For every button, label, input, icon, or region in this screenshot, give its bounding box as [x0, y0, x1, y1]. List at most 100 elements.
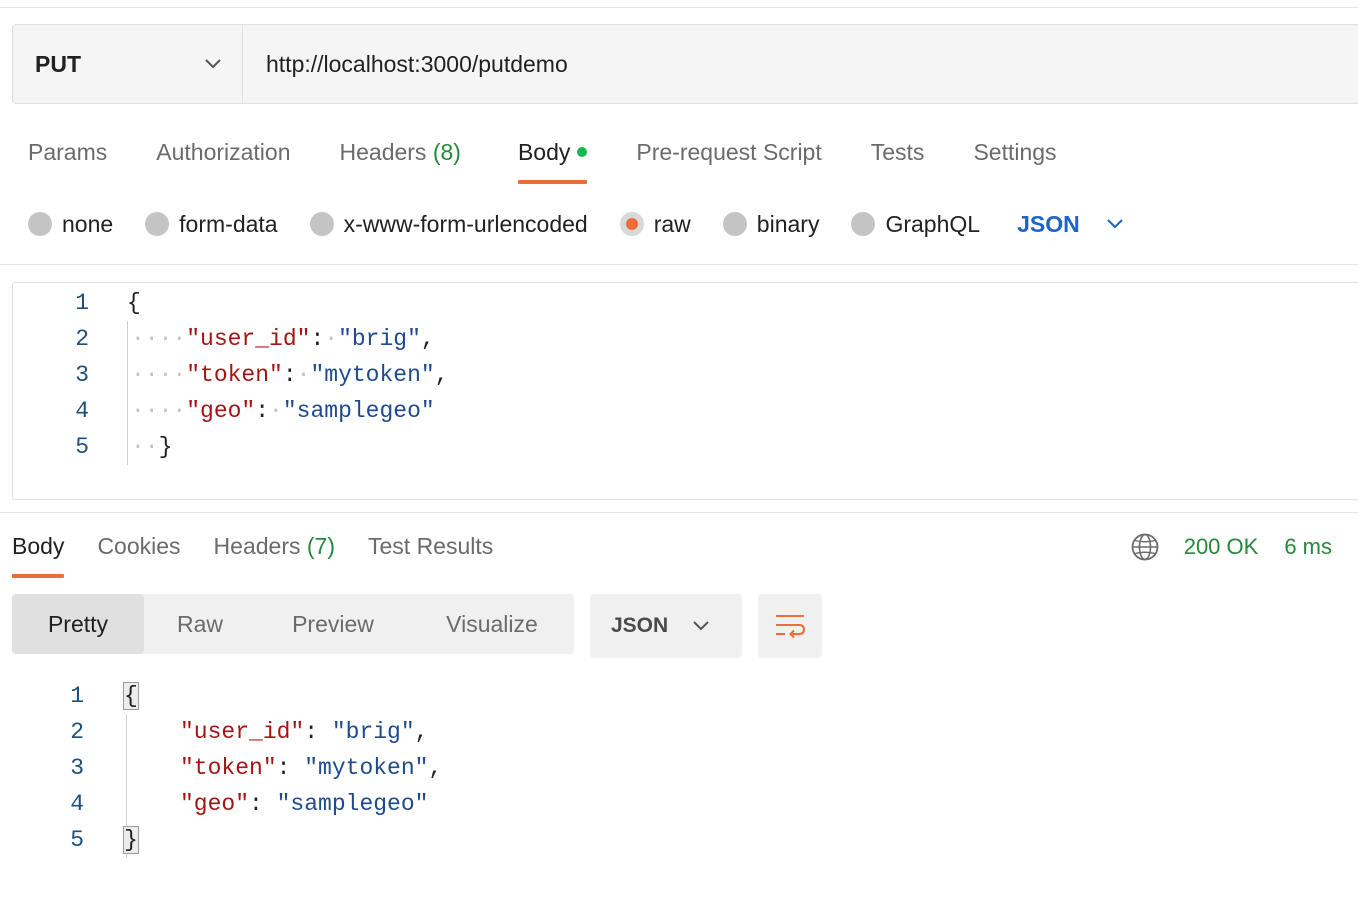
- tab-count: (8): [432, 139, 461, 165]
- tab-label: Headers: [213, 533, 301, 559]
- radio-label: x-www-form-urlencoded: [343, 210, 588, 237]
- body-format-select[interactable]: JSON: [1017, 211, 1124, 238]
- modified-dot-icon: [577, 146, 588, 157]
- tab-response-body[interactable]: Body: [12, 526, 65, 578]
- view-label: Raw: [176, 610, 223, 637]
- tab-test-results[interactable]: Test Results: [368, 526, 493, 578]
- json-value: "brig": [338, 326, 421, 352]
- response-view-toggle: Pretty Raw Preview Visualize: [12, 594, 574, 654]
- line-number: 2: [70, 719, 84, 745]
- json-separator: ,: [434, 362, 449, 388]
- tab-cookies[interactable]: Cookies: [97, 526, 180, 578]
- line-number: 3: [70, 755, 84, 781]
- tab-label: Authorization: [156, 139, 291, 165]
- json-brace: {: [127, 290, 141, 316]
- response-body-viewer[interactable]: 1 { 2 "user_id": "brig", 3 "token": "myt…: [0, 678, 1358, 858]
- json-value: "mytoken": [310, 362, 435, 388]
- json-brace: }: [158, 434, 173, 460]
- method-label: PUT: [35, 50, 81, 77]
- line-number: 2: [75, 326, 89, 352]
- code-line: 4 "geo": "samplegeo": [0, 786, 428, 822]
- json-separator: ,: [420, 326, 435, 352]
- body-type-options: none form-data x-www-form-urlencoded raw…: [28, 204, 1124, 244]
- json-separator: ,: [428, 755, 443, 781]
- json-key: "geo": [186, 398, 256, 424]
- tab-label: Test Results: [368, 533, 494, 559]
- json-key: "geo": [180, 791, 250, 817]
- radio-binary[interactable]: binary: [722, 211, 819, 238]
- globe-icon[interactable]: [1130, 532, 1160, 562]
- tab-label: Tests: [870, 139, 925, 165]
- tab-label: Cookies: [97, 533, 181, 559]
- radio-circle: [145, 212, 170, 236]
- tab-pre-request-script[interactable]: Pre-request Script: [636, 132, 821, 184]
- indent-guide: [127, 321, 128, 465]
- radio-circle: [851, 212, 876, 236]
- json-key: "user_id": [180, 719, 305, 745]
- body-format-label: JSON: [1017, 210, 1080, 237]
- radio-x-www-form-urlencoded[interactable]: x-www-form-urlencoded: [309, 210, 588, 238]
- radio-circle: [722, 212, 747, 236]
- radio-label: GraphQL: [885, 210, 981, 237]
- tab-label: Params: [28, 139, 108, 165]
- status-badge[interactable]: 200 OK: [1184, 534, 1259, 560]
- radio-circle: [309, 212, 334, 236]
- url-bar: PUT http://localhost:3000/putdemo: [12, 24, 1358, 104]
- tab-response-headers[interactable]: Headers (7): [214, 526, 335, 578]
- tab-authorization[interactable]: Authorization: [156, 132, 290, 184]
- json-key: "token": [186, 362, 283, 388]
- response-time[interactable]: 6 ms: [1284, 534, 1332, 560]
- method-select[interactable]: PUT: [13, 25, 243, 103]
- json-brace: {: [123, 682, 139, 710]
- response-format-label: JSON: [611, 614, 669, 637]
- radio-circle-selected: [619, 212, 644, 236]
- line-number: 5: [75, 434, 89, 460]
- code-line: 5 ··}: [13, 429, 172, 465]
- view-pretty[interactable]: Pretty: [12, 594, 144, 654]
- chevron-down-icon: [204, 55, 222, 73]
- tab-label: Headers: [339, 139, 427, 165]
- tab-label: Body: [12, 533, 65, 559]
- tab-headers[interactable]: Headers (8): [340, 132, 461, 184]
- line-number: 4: [70, 791, 84, 817]
- view-visualize[interactable]: Visualize: [410, 594, 574, 654]
- radio-raw[interactable]: raw: [619, 211, 691, 238]
- json-separator: ,: [414, 719, 429, 745]
- chevron-down-icon: [1106, 215, 1124, 233]
- divider: [0, 512, 1358, 513]
- line-number: 3: [75, 362, 89, 388]
- radio-label: form-data: [179, 210, 278, 237]
- code-line: 1 {: [0, 678, 139, 714]
- tab-params[interactable]: Params: [28, 132, 107, 184]
- radio-label: none: [62, 210, 114, 237]
- tab-body[interactable]: Body: [517, 132, 588, 184]
- response-format-select[interactable]: JSON: [590, 594, 742, 658]
- tab-label: Pre-request Script: [636, 139, 822, 165]
- line-number: 5: [70, 827, 84, 853]
- json-value: "samplegeo": [276, 791, 429, 817]
- tab-count: (7): [306, 533, 335, 559]
- json-brace: }: [123, 826, 139, 854]
- tab-settings[interactable]: Settings: [973, 132, 1056, 184]
- line-number: 4: [75, 398, 89, 424]
- json-key: "user_id": [186, 326, 311, 352]
- response-tabs: Body Cookies Headers (7) Test Results: [12, 526, 493, 578]
- json-key: "token": [180, 755, 277, 781]
- wrap-lines-button[interactable]: [758, 594, 822, 658]
- line-number: 1: [70, 683, 84, 709]
- radio-form-data[interactable]: form-data: [145, 210, 278, 238]
- tab-tests[interactable]: Tests: [871, 132, 925, 184]
- view-raw[interactable]: Raw: [144, 594, 256, 654]
- radio-circle: [28, 212, 52, 236]
- request-body-editor[interactable]: 1 { 2 ····"user_id":·"brig", 3 ····"toke…: [12, 282, 1358, 500]
- response-meta: 200 OK 6 ms: [1130, 530, 1358, 564]
- code-line: 5 }: [0, 822, 139, 858]
- view-preview[interactable]: Preview: [256, 594, 410, 654]
- code-line: 3 ····"token":·"mytoken",: [13, 357, 448, 393]
- radio-graphql[interactable]: GraphQL: [851, 211, 980, 238]
- url-input[interactable]: http://localhost:3000/putdemo: [243, 25, 1358, 103]
- json-value: "mytoken": [304, 755, 429, 781]
- tab-label: Settings: [973, 139, 1057, 165]
- radio-none[interactable]: none: [28, 211, 113, 238]
- top-divider: [0, 7, 1358, 8]
